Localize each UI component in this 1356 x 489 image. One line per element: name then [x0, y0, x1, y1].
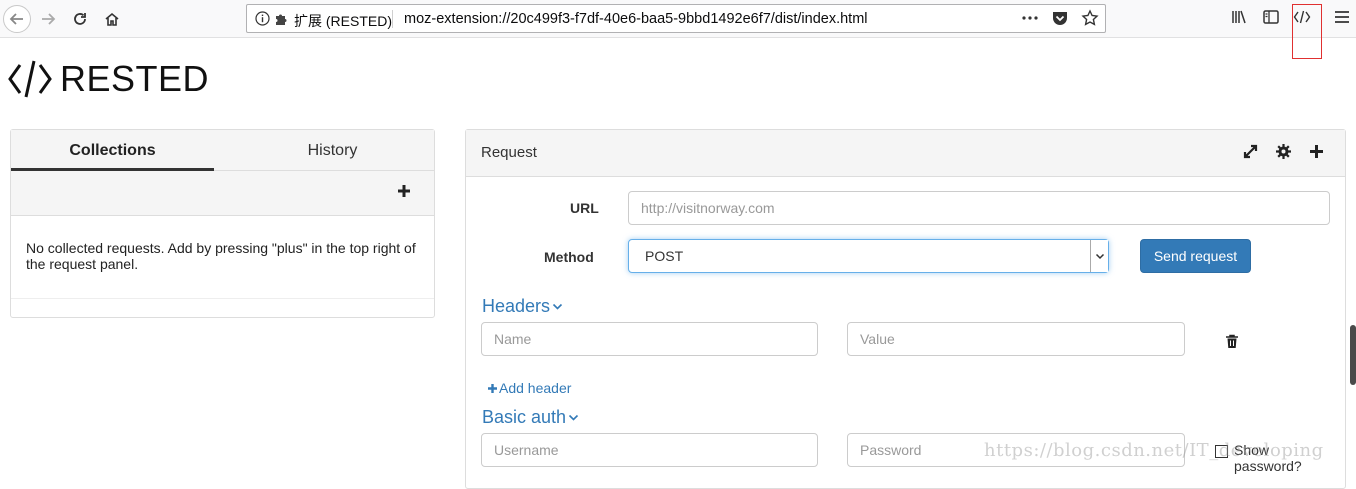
- library-button[interactable]: [1230, 8, 1248, 31]
- expand-icon[interactable]: [1242, 143, 1259, 160]
- sidebar-button[interactable]: [1262, 8, 1280, 31]
- sidebar-icon: [1263, 10, 1279, 24]
- url-input[interactable]: http://visitnorway.com: [628, 191, 1330, 225]
- tab-history[interactable]: History: [231, 130, 434, 171]
- app-title: RESTED: [60, 58, 210, 99]
- app-header: RESTED: [8, 58, 209, 100]
- method-label: Method: [544, 249, 594, 265]
- tab-collections[interactable]: Collections: [11, 130, 214, 171]
- site-identity-label[interactable]: 扩展 (RESTED): [294, 11, 392, 31]
- forward-button[interactable]: [34, 5, 62, 33]
- star-icon[interactable]: [1081, 9, 1099, 27]
- method-select[interactable]: POST: [628, 239, 1109, 273]
- select-arrow: [1090, 240, 1108, 272]
- header-value-input[interactable]: Value: [847, 322, 1185, 356]
- arrow-left-icon: [9, 13, 23, 25]
- address-bar[interactable]: 扩展 (RESTED) moz-extension://20c499f3-f7d…: [246, 4, 1106, 33]
- hamburger-icon: [1335, 11, 1349, 23]
- scrollbar-thumb[interactable]: [1350, 325, 1356, 385]
- username-input[interactable]: Username: [481, 433, 818, 467]
- url-label: URL: [570, 200, 599, 216]
- watermark: https://blog.csdn.net/IT_developing: [984, 440, 1324, 461]
- reload-button[interactable]: [66, 5, 94, 33]
- panel-footer: [11, 298, 434, 318]
- basic-auth-label: Basic auth: [482, 407, 567, 427]
- chevron-down-icon: [552, 303, 563, 310]
- send-request-button[interactable]: Send request: [1140, 239, 1251, 273]
- request-panel-header: Request: [466, 130, 1345, 177]
- collections-panel: Collections History No collected request…: [10, 129, 435, 318]
- url-actions: [1021, 9, 1099, 27]
- home-button[interactable]: [98, 5, 126, 33]
- highlight-box: [1292, 4, 1322, 59]
- request-title: Request: [481, 144, 537, 161]
- pocket-icon[interactable]: [1051, 9, 1069, 27]
- headers-label: Headers: [482, 296, 551, 316]
- add-header-link[interactable]: Add header: [487, 380, 571, 396]
- plus-icon[interactable]: [1308, 143, 1325, 160]
- more-actions-icon[interactable]: [1021, 9, 1039, 27]
- trash-icon[interactable]: [1225, 334, 1239, 349]
- url-text[interactable]: moz-extension://20c499f3-f7df-40e6-baa5-…: [404, 11, 868, 27]
- plus-icon: [488, 383, 497, 393]
- request-header-actions: [1242, 143, 1325, 160]
- library-icon: [1232, 10, 1246, 24]
- chevron-down-icon: [1095, 253, 1104, 260]
- add-header-label: Add header: [499, 380, 572, 396]
- url-separator: [392, 10, 393, 28]
- gear-icon[interactable]: [1275, 143, 1292, 160]
- browser-toolbar: 扩展 (RESTED) moz-extension://20c499f3-f7d…: [0, 0, 1356, 38]
- info-icon[interactable]: [255, 11, 270, 26]
- request-panel: Request URL http://visitnorway.com Metho…: [465, 129, 1346, 489]
- code-icon: [8, 60, 52, 98]
- puzzle-icon: [276, 14, 287, 25]
- back-button[interactable]: [3, 5, 31, 33]
- chevron-down-icon: [568, 414, 579, 421]
- reload-icon: [74, 13, 86, 25]
- collections-toolbar: [11, 171, 434, 216]
- arrow-right-icon: [42, 13, 56, 25]
- method-value: POST: [645, 248, 684, 264]
- plus-icon[interactable]: [396, 183, 412, 199]
- empty-collections-message: No collected requests. Add by pressing "…: [26, 240, 416, 272]
- basic-auth-toggle[interactable]: Basic auth: [482, 407, 579, 428]
- home-icon: [105, 12, 119, 26]
- menu-button[interactable]: [1333, 8, 1351, 31]
- header-name-input[interactable]: Name: [481, 322, 818, 356]
- panel-tabs: Collections History: [11, 130, 434, 171]
- headers-toggle[interactable]: Headers: [482, 296, 563, 317]
